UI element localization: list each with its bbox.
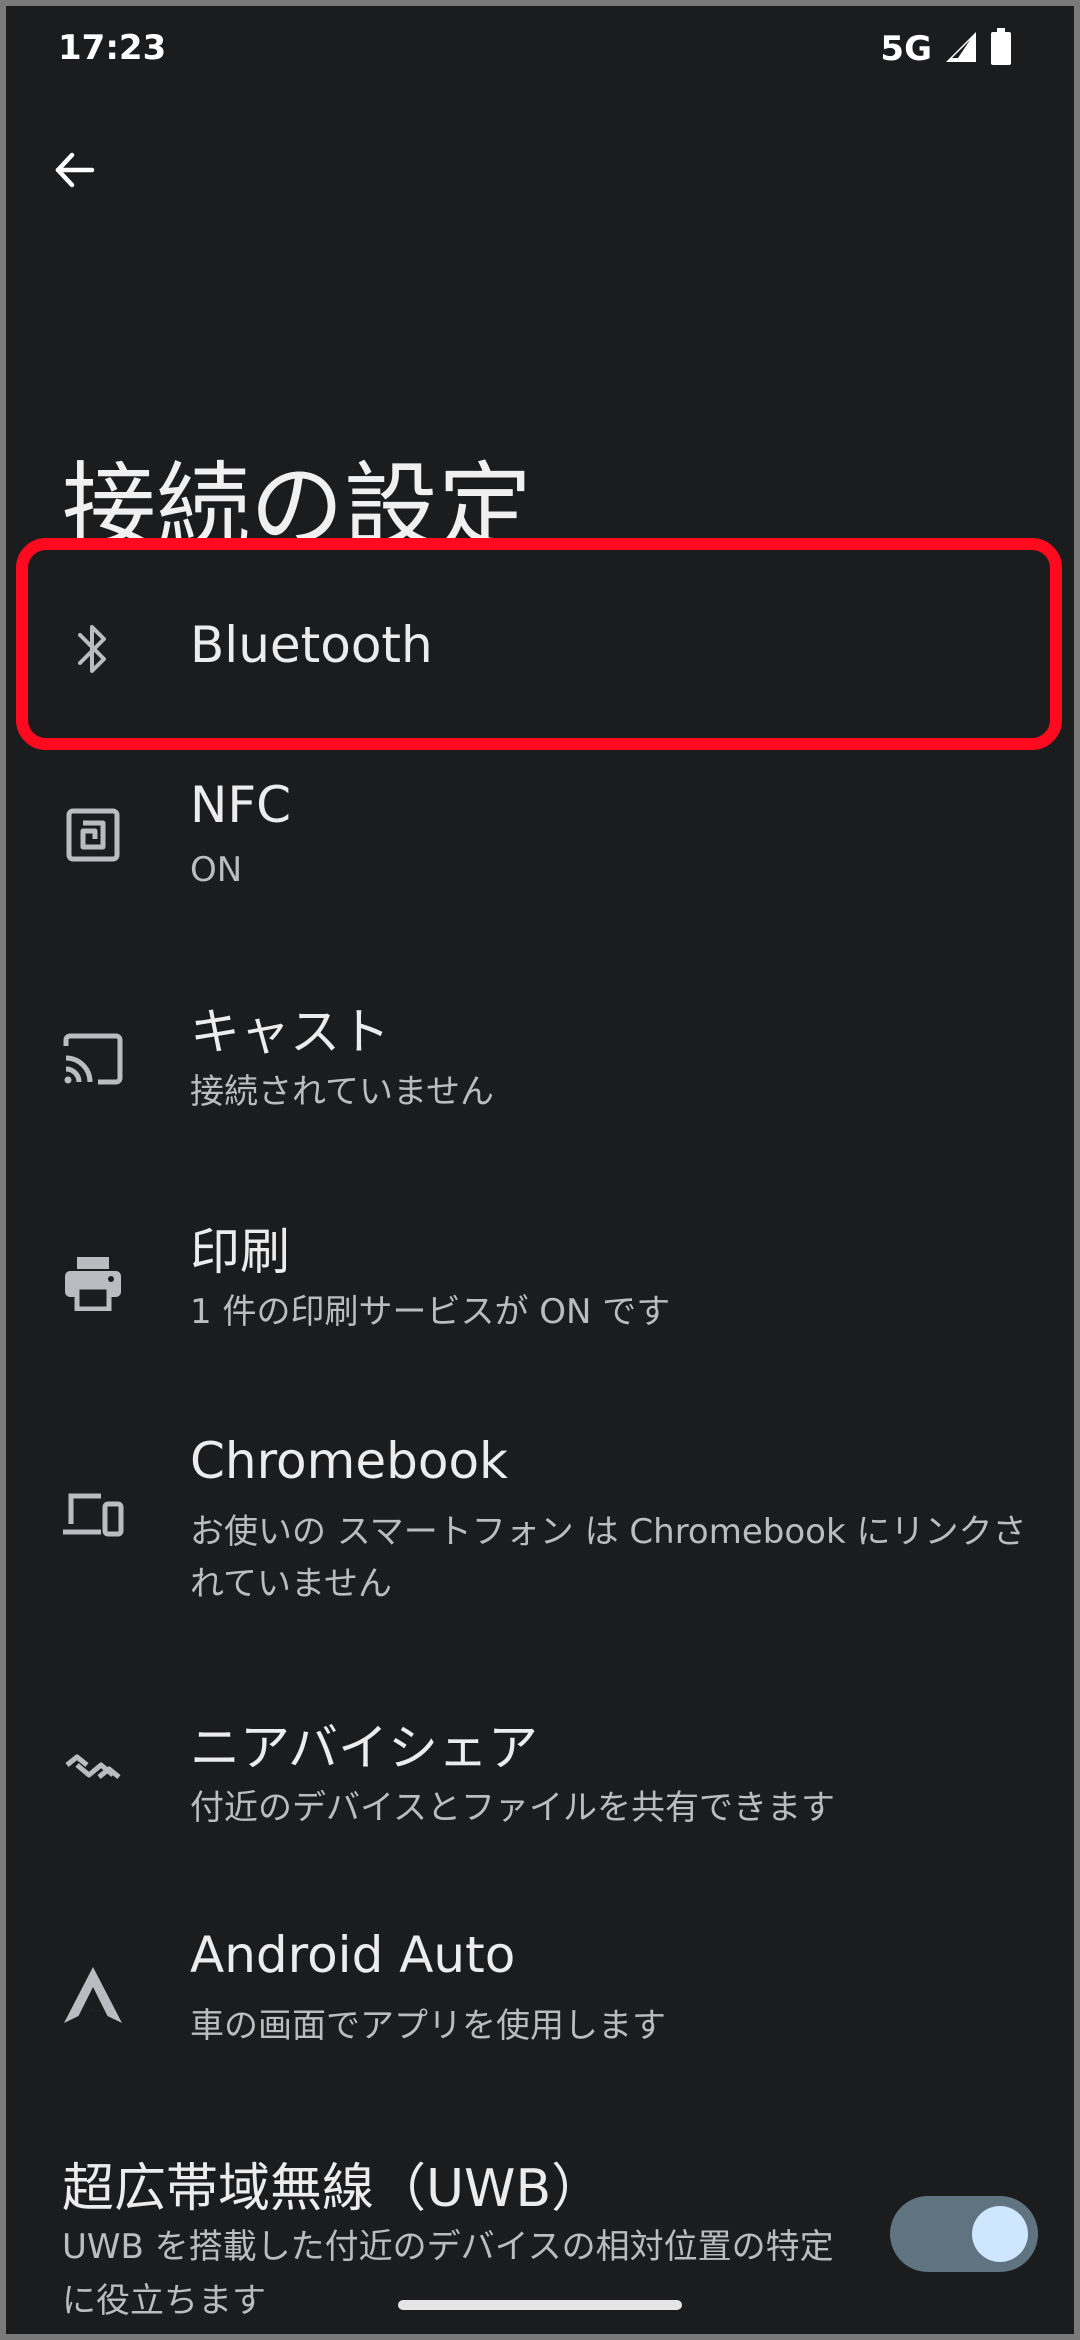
item-title: キャスト [190,1003,390,1061]
android-auto-item[interactable]: Android Auto 車の画面でアプリを使用します [0,1914,1080,2114]
nearby-share-item[interactable]: ニアバイシェア 付近のデバイスとファイルを共有できます [0,1694,1080,1894]
item-title: ニアバイシェア [190,1719,538,1777]
signal-icon [944,30,978,68]
item-title: Chromebook [190,1432,508,1490]
item-subtitle: 接続されていません [190,1072,494,1112]
print-icon [60,1250,126,1316]
arrow-back-icon [55,152,95,188]
cast-icon [60,1026,126,1092]
nfc-icon [60,802,126,868]
network-type: 5G [880,29,932,69]
uwb-subtitle: UWB を搭載した付近のデバイスの相対位置の特定に役立ちます [62,2227,834,2321]
nearby-share-icon [60,1734,126,1800]
chromebook-item[interactable]: Chromebook お使いの スマートフォン は Chromebook にリン… [0,1420,1080,1660]
item-subtitle: 車の画面でアプリを使用します [190,2006,666,2046]
battery-icon [990,28,1012,70]
print-item[interactable]: 印刷 1 件の印刷サービスが ON です [0,1200,1080,1400]
status-time: 17:23 [58,28,167,68]
cast-item[interactable]: キャスト 接続されていません [0,980,1080,1180]
uwb-title: 超広帯域無線（UWB） [62,2159,604,2219]
chromebook-icon [60,1482,126,1548]
status-indicators: 5G [880,28,1012,70]
item-title: 印刷 [190,1223,290,1281]
status-bar: 17:23 5G [0,0,1080,100]
uwb-toggle[interactable] [890,2196,1038,2272]
item-subtitle: お使いの スマートフォン は Chromebook にリンクされていません [190,1512,1027,1604]
highlight-box [16,538,1062,750]
item-title: NFC [190,776,292,834]
item-subtitle: 1 件の印刷サービスが ON です [190,1292,671,1332]
android-auto-icon [60,1962,126,2028]
back-button[interactable] [40,136,108,204]
item-title: Android Auto [190,1926,516,1984]
nfc-item[interactable]: NFC ON [0,760,1080,960]
home-indicator[interactable] [398,2300,682,2310]
item-subtitle: ON [190,850,243,890]
toggle-knob [972,2206,1028,2262]
item-subtitle: 付近のデバイスとファイルを共有できます [190,1788,835,1828]
